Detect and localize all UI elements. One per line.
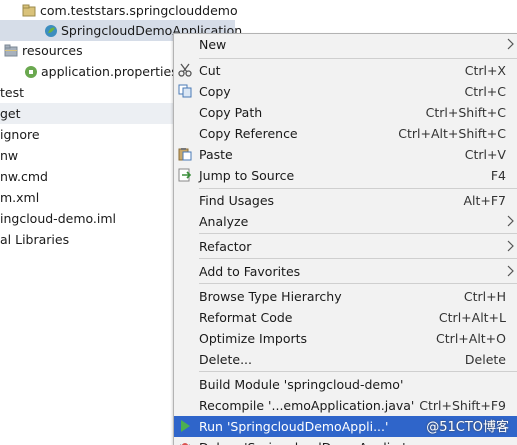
menu-separator — [199, 233, 517, 234]
menu-item-cut[interactable]: Cut Ctrl+X — [174, 60, 517, 81]
menu-item-copy[interactable]: Copy Ctrl+C — [174, 81, 517, 102]
menu-item-label: Optimize Imports — [199, 331, 308, 346]
debug-icon — [178, 440, 192, 445]
properties-file-icon — [24, 64, 38, 78]
chevron-right-icon — [507, 265, 514, 277]
menu-item-label: Cut — [199, 63, 221, 78]
menu-item-refactor[interactable]: Refactor — [174, 236, 517, 257]
menu-item-shortcut: Ctrl+X — [464, 63, 506, 78]
menu-item-shortcut: Ctrl+Shift+F9 — [419, 398, 506, 413]
tree-item-label: com.teststars.springclouddemo — [40, 3, 238, 18]
tree-item-label: application.properties — [41, 64, 178, 79]
menu-item-label: Copy Path — [199, 105, 263, 120]
paste-icon — [178, 147, 192, 161]
menu-item-label: Reformat Code — [199, 310, 293, 325]
menu-item-label: Run 'SpringcloudDemoAppli...' — [199, 419, 389, 434]
menu-item-jump-to-source[interactable]: Jump to Source F4 — [174, 165, 517, 186]
menu-item-shortcut: Ctrl+Alt+L — [438, 310, 506, 325]
menu-item-label: Analyze — [199, 214, 249, 229]
menu-item-analyze[interactable]: Analyze — [174, 211, 517, 232]
watermark: @51CTO博客 — [426, 420, 509, 435]
menu-item-reformat-code[interactable]: Reformat Code Ctrl+Alt+L — [174, 307, 517, 328]
menu-item-new[interactable]: New — [174, 34, 517, 55]
menu-item-shortcut: Ctrl+C — [464, 84, 506, 99]
menu-separator — [199, 371, 517, 372]
menu-item-shortcut: Ctrl+H — [463, 289, 506, 304]
menu-item-copy-path[interactable]: Copy Path Ctrl+Shift+C — [174, 102, 517, 123]
menu-item-label: Find Usages — [199, 193, 275, 208]
menu-separator — [199, 188, 517, 189]
menu-item-delete[interactable]: Delete... Delete — [174, 349, 517, 370]
tree-item-label: ingcloud-demo.iml — [0, 211, 117, 226]
menu-item-shortcut: Ctrl+Shift+C — [425, 105, 506, 120]
tree-item-label: m.xml — [0, 190, 40, 205]
menu-item-label: New — [199, 37, 227, 52]
menu-item-label: Refactor — [199, 239, 252, 254]
menu-item-label: Add to Favorites — [199, 264, 301, 279]
tree-item-label: ignore — [0, 127, 40, 142]
tree-item-label: nw — [0, 148, 19, 163]
menu-item-label: Copy — [199, 84, 231, 99]
scissors-icon — [178, 63, 192, 77]
tree-item-label: resources — [22, 43, 83, 58]
menu-item-browse-type-hierarchy[interactable]: Browse Type Hierarchy Ctrl+H — [174, 286, 517, 307]
menu-item-label: Paste — [199, 147, 233, 162]
menu-item-shortcut: Ctrl+Alt+Shift+C — [398, 126, 506, 141]
menu-item-label: Browse Type Hierarchy — [199, 289, 342, 304]
menu-item-label: Build Module 'springcloud-demo' — [199, 377, 404, 392]
tree-item-label: test — [0, 85, 25, 100]
menu-item-add-to-favorites[interactable]: Add to Favorites — [174, 261, 517, 282]
menu-item-copy-reference[interactable]: Copy Reference Ctrl+Alt+Shift+C — [174, 123, 517, 144]
menu-item-paste[interactable]: Paste Ctrl+V — [174, 144, 517, 165]
chevron-right-icon — [507, 240, 514, 252]
menu-item-optimize-imports[interactable]: Optimize Imports Ctrl+Alt+O — [174, 328, 517, 349]
copy-icon — [178, 84, 192, 98]
chevron-right-icon — [507, 215, 514, 227]
tree-item-target[interactable]: get — [0, 103, 173, 124]
menu-item-build-module[interactable]: Build Module 'springcloud-demo' — [174, 374, 517, 395]
run-icon — [178, 419, 192, 433]
menu-item-find-usages[interactable]: Find Usages Alt+F7 — [174, 190, 517, 211]
menu-separator — [199, 283, 517, 284]
folder-icon — [4, 43, 18, 57]
menu-separator — [199, 258, 517, 259]
chevron-right-icon — [507, 38, 514, 50]
tree-item-label: get — [0, 106, 21, 121]
menu-item-shortcut: Ctrl+V — [464, 147, 506, 162]
menu-item-shortcut: Ctrl+Alt+O — [436, 331, 506, 346]
tree-item-label: al Libraries — [0, 232, 70, 247]
menu-item-label: Recompile '...emoApplication.java' — [199, 398, 415, 413]
menu-item-shortcut: F4 — [490, 168, 506, 183]
context-menu: New Cut Ctrl+X Copy Ctrl+C Copy Path Ctr… — [173, 33, 517, 445]
tree-item-label: nw.cmd — [0, 169, 48, 184]
menu-item-shortcut: Alt+F7 — [463, 193, 506, 208]
menu-item-label: Copy Reference — [199, 126, 298, 141]
menu-item-shortcut: Delete — [464, 352, 506, 367]
menu-item-recompile[interactable]: Recompile '...emoApplication.java' Ctrl+… — [174, 395, 517, 416]
package-icon — [22, 3, 36, 17]
jump-to-source-icon — [178, 168, 192, 182]
menu-item-label: Delete... — [199, 352, 252, 367]
menu-separator — [199, 58, 517, 59]
spring-class-icon — [44, 23, 58, 37]
menu-item-label: Jump to Source — [199, 168, 295, 183]
